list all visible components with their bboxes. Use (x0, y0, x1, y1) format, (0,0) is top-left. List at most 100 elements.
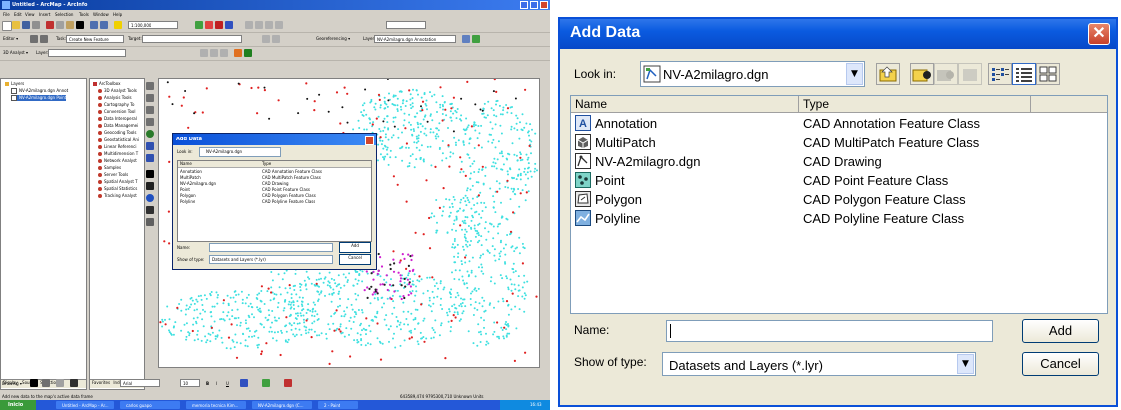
arcscene-icon[interactable] (234, 49, 242, 57)
list-item[interactable]: NV-A2milagro.dgn CAD Drawing (571, 152, 1107, 171)
zoom-in-icon[interactable] (146, 82, 154, 90)
thumbnails-view-button[interactable] (1036, 63, 1060, 85)
new-icon[interactable] (2, 21, 12, 31)
line-color-icon[interactable] (284, 379, 292, 387)
select-features-icon[interactable] (146, 170, 154, 178)
full-extent-icon[interactable] (146, 130, 154, 138)
zoom-grid-icon[interactable] (245, 21, 253, 29)
pan-icon[interactable] (146, 118, 154, 126)
chevron-down-icon[interactable]: ▼ (957, 354, 974, 374)
show-of-type-combo[interactable]: Datasets and Layers (*.lyr) ▼ (662, 352, 976, 376)
list-view-button[interactable] (988, 63, 1012, 85)
toolbox-item[interactable]: Conversion Tool (98, 109, 135, 114)
forward-extent-icon[interactable] (146, 154, 154, 162)
toolbox-item[interactable]: Spatial Analyst T (98, 179, 138, 184)
menu-view[interactable]: View (25, 12, 35, 17)
mini-cancel-button[interactable]: Cancel (339, 254, 371, 265)
toolbox-item[interactable]: Cartography To (98, 102, 134, 107)
layer-checkbox[interactable] (11, 95, 17, 101)
new-rectangle-icon[interactable] (56, 379, 64, 387)
task-combo[interactable]: Create New Feature (66, 35, 124, 43)
name-input[interactable] (666, 320, 993, 342)
toolbox-item[interactable]: Data Managemei (98, 123, 138, 128)
fill-color-icon[interactable] (262, 379, 270, 387)
toc-root[interactable]: Layers (5, 81, 24, 86)
details-view-button[interactable] (1012, 63, 1036, 85)
rotate-icon[interactable] (462, 35, 470, 43)
list-item[interactable]: Polygon CAD Polygon Feature Class (571, 190, 1107, 209)
toolbox-item[interactable]: Analysis Tools (98, 95, 132, 100)
line-of-sight-icon[interactable] (220, 49, 228, 57)
underline-button[interactable]: U (226, 381, 229, 386)
taskbar-task[interactable]: NV-A2milagro.dgn (C... (252, 401, 312, 409)
attributes-icon[interactable] (262, 35, 270, 43)
disconnect-folder-button[interactable] (934, 63, 958, 85)
toolbox-icon[interactable] (205, 21, 213, 29)
menu-selection[interactable]: Selection (55, 12, 73, 17)
measure-icon[interactable] (146, 218, 154, 226)
list-item[interactable]: Polyline CAD Polyline Feature Class (571, 209, 1107, 228)
paste-icon[interactable] (66, 21, 74, 29)
3d-analyst-menu[interactable]: 3D Analyst ▾ (3, 50, 28, 55)
modelbuilder-icon[interactable] (225, 21, 233, 29)
toolbox-root[interactable]: ArcToolbox (93, 81, 121, 86)
georef-layer-combo[interactable]: NV-A2milagro.dgn Annotation (374, 35, 456, 43)
add-data-icon[interactable] (114, 21, 122, 29)
layer-checkbox[interactable] (11, 88, 17, 94)
mini-type-combo[interactable]: Datasets and Layers (*.lyr) (209, 255, 333, 264)
delete-icon[interactable] (76, 21, 84, 29)
list-item[interactable]: MultiPatch CAD MultiPatch Feature Class (571, 133, 1107, 152)
toolbox-item[interactable]: Geostatistical Ani (98, 137, 139, 142)
target-combo[interactable] (142, 35, 242, 43)
list-item[interactable]: Point CAD Point Feature Class (571, 171, 1107, 190)
toolbox-item[interactable]: Tracking Analyst (98, 193, 137, 198)
cut-icon[interactable] (46, 21, 54, 29)
toc-layer-annotation[interactable]: NV-A2milagro.dgn Annot (11, 88, 68, 94)
drawing-menu[interactable]: Drawing ▾ (2, 381, 22, 386)
taskbar-task[interactable]: memoria tecnica Kim... (186, 401, 246, 409)
contour-icon[interactable] (200, 49, 208, 57)
menu-tools[interactable]: Tools (79, 12, 89, 17)
toolbox-item[interactable]: Network Analyst (98, 158, 137, 163)
toolbox-item[interactable]: Server Tools (98, 172, 128, 177)
select-elements-tool-icon[interactable] (30, 379, 38, 387)
mini-lookin-combo[interactable]: NV-A2milagro.dgn (199, 147, 281, 157)
toolbox-item[interactable]: Geocoding Tools (98, 130, 137, 135)
taskbar-task[interactable]: Untitled - ArcMap - Ar... (56, 401, 114, 409)
sketch-props-icon[interactable] (272, 35, 280, 43)
italic-button[interactable]: I (216, 381, 217, 386)
zoom-grid-icon-4[interactable] (275, 21, 283, 29)
find-icon[interactable] (146, 206, 154, 214)
font-combo[interactable]: Arial (120, 379, 160, 387)
font-size-combo[interactable]: 10 (180, 379, 200, 387)
print-icon[interactable] (32, 21, 40, 29)
toolbox-item[interactable]: Spatial Statistics (98, 186, 137, 191)
mini-name-field[interactable] (209, 243, 333, 252)
georeferencing-menu[interactable]: Georeferencing ▾ (316, 36, 350, 41)
column-header-type[interactable]: Type (799, 96, 1031, 112)
editor-menu[interactable]: Editor ▾ (3, 36, 18, 41)
edit-tool-icon[interactable] (30, 35, 38, 43)
steepest-path-icon[interactable] (210, 49, 218, 57)
mini-add-button[interactable]: Add (339, 242, 371, 253)
toolbox-item[interactable]: Multidimension T (98, 151, 138, 156)
minimize-button[interactable] (520, 1, 528, 9)
arcglobe-icon[interactable] (244, 49, 252, 57)
zoom-grid-icon-2[interactable] (255, 21, 263, 29)
new-folder-button[interactable] (958, 63, 982, 85)
maximize-button[interactable] (530, 1, 538, 9)
start-button[interactable]: Inicio (0, 400, 36, 410)
editor-toolbar-icon[interactable] (195, 21, 203, 29)
mini-close-icon[interactable] (365, 136, 374, 145)
zoom-percent-combo[interactable] (386, 21, 426, 29)
menu-file[interactable]: File (3, 12, 10, 17)
toolbox-item[interactable]: Samples (98, 165, 121, 170)
toolbox-item[interactable]: 3D Analyst Tools (98, 88, 137, 93)
cancel-button[interactable]: Cancel (1022, 352, 1099, 376)
undo-icon[interactable] (90, 21, 98, 29)
chevron-down-icon[interactable]: ▼ (846, 63, 863, 85)
column-header-name[interactable]: Name (571, 96, 799, 112)
analyst-layer-combo[interactable] (48, 49, 126, 57)
save-icon[interactable] (22, 21, 30, 29)
zoom-out-icon[interactable] (146, 94, 154, 102)
